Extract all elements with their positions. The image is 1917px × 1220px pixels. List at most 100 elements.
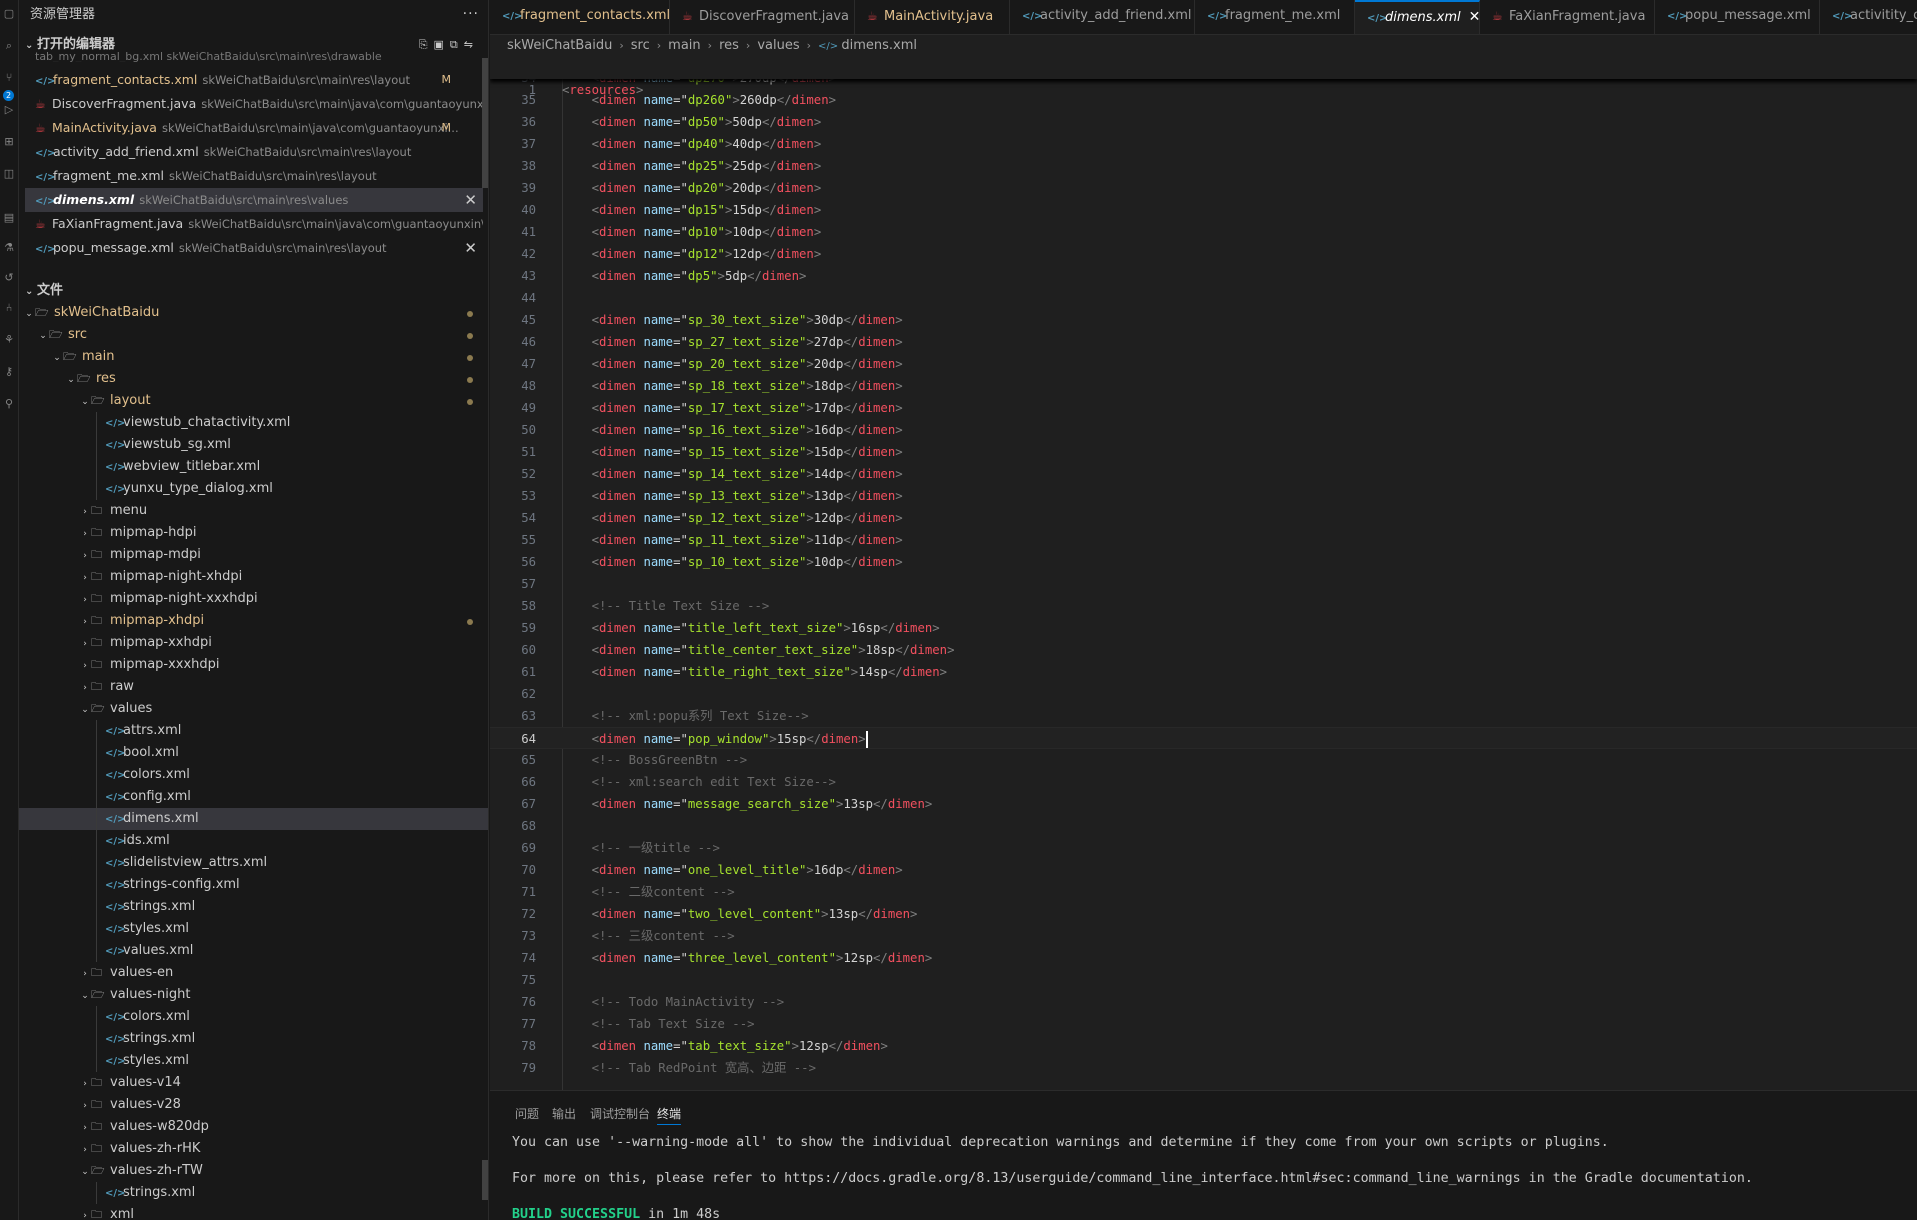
timeline-icon[interactable]: ⚘ bbox=[1, 332, 17, 348]
close-icon[interactable]: ✕ bbox=[464, 188, 477, 212]
code-line[interactable]: 64 <dimen name="pop_window">15sp</dimen> bbox=[490, 727, 1917, 749]
open-editor-item[interactable]: </>popu_message.xml skWeiChatBaidu\src\ma… bbox=[25, 236, 483, 260]
breadcrumb-item[interactable]: main bbox=[668, 38, 700, 53]
code-line[interactable]: 36 <dimen name="dp50">50dp</dimen> bbox=[490, 111, 1917, 133]
code-line[interactable]: 35 <dimen name="dp260">260dp</dimen> bbox=[490, 89, 1917, 111]
code-line[interactable]: 65 <!-- BossGreenBtn --> bbox=[490, 749, 1917, 771]
tree-file[interactable]: </>strings.xml bbox=[19, 1182, 488, 1204]
code-line[interactable]: 52 <dimen name="sp_14_text_size">14dp</d… bbox=[490, 463, 1917, 485]
key-icon[interactable]: ⚷ bbox=[1, 364, 17, 380]
code-line[interactable]: 78 <dimen name="tab_text_size">12sp</dim… bbox=[490, 1035, 1917, 1057]
code-line[interactable]: 72 <dimen name="two_level_content">13sp<… bbox=[490, 903, 1917, 925]
tree-folder[interactable]: ⌄ 🗁 layout bbox=[19, 390, 488, 412]
code-line[interactable]: 46 <dimen name="sp_27_text_size">27dp</d… bbox=[490, 331, 1917, 353]
code-line[interactable]: 39 <dimen name="dp20">20dp</dimen> bbox=[490, 177, 1917, 199]
code-line[interactable]: 42 <dimen name="dp12">12dp</dimen> bbox=[490, 243, 1917, 265]
code-line[interactable]: 60 <dimen name="title_center_text_size">… bbox=[490, 639, 1917, 661]
code-line[interactable]: 45 <dimen name="sp_30_text_size">30dp</d… bbox=[490, 309, 1917, 331]
file-tree-scrollbar[interactable] bbox=[482, 1160, 488, 1200]
close-icon[interactable]: ✕ bbox=[464, 236, 477, 260]
tree-folder[interactable]: ⌄ 🗁 src bbox=[19, 324, 488, 346]
tree-folder[interactable]: › 🗀 mipmap-night-xhdpi bbox=[19, 566, 488, 588]
tree-file[interactable]: </>values.xml bbox=[19, 940, 488, 962]
tab-2[interactable]: ☕ MainActivity.java bbox=[855, 0, 1010, 34]
tree-folder[interactable]: › 🗀 mipmap-night-xxxhdpi bbox=[19, 588, 488, 610]
open-editor-item-partial[interactable]: tab_my_normal_bg.xml skWeiChatBaidu\src\… bbox=[25, 52, 483, 62]
tree-file[interactable]: </>bool.xml bbox=[19, 742, 488, 764]
code-editor[interactable]: 1<resources> 34 <dimen name="dp270">270d… bbox=[490, 57, 1917, 1090]
run-debug-icon[interactable]: ▷ bbox=[1, 102, 17, 118]
open-editor-item[interactable]: ☕ FaXianFragment.java skWeiChatBaidu\src\m… bbox=[25, 212, 483, 236]
code-line[interactable]: 69 <!-- 一级title --> bbox=[490, 837, 1917, 859]
code-line[interactable]: 53 <dimen name="sp_13_text_size">13dp</d… bbox=[490, 485, 1917, 507]
tree-file[interactable]: </>styles.xml bbox=[19, 1050, 488, 1072]
database-icon[interactable]: ▤ bbox=[1, 210, 17, 226]
tree-file[interactable]: </>viewstub_chatactivity.xml bbox=[19, 412, 488, 434]
tree-file[interactable]: </>dimens.xml bbox=[19, 808, 488, 830]
code-line[interactable]: 66 <!-- xml:search edit Text Size--> bbox=[490, 771, 1917, 793]
code-line[interactable]: 73 <!-- 三级content --> bbox=[490, 925, 1917, 947]
tab-7[interactable]: </>popu_message.xml bbox=[1655, 0, 1820, 34]
open-editor-item[interactable]: </>fragment_contacts.xml skWeiChatBaidu\s… bbox=[25, 68, 483, 92]
tab-3[interactable]: </>activity_add_friend.xml bbox=[1010, 0, 1195, 34]
open-editor-item[interactable]: ☕ DiscoverFragment.java skWeiChatBaidu\src… bbox=[25, 92, 483, 116]
tree-folder[interactable]: › 🗀 values-v14 bbox=[19, 1072, 488, 1094]
tree-file[interactable]: </>styles.xml bbox=[19, 918, 488, 940]
git-graph-icon[interactable]: ↺ bbox=[1, 270, 17, 286]
remote-icon[interactable]: ◫ bbox=[1, 166, 17, 182]
tree-file[interactable]: </>colors.xml bbox=[19, 764, 488, 786]
extensions-icon[interactable]: ⊞ bbox=[1, 134, 17, 150]
code-line[interactable]: 62 bbox=[490, 683, 1917, 705]
code-line[interactable]: 76 <!-- Todo MainActivity --> bbox=[490, 991, 1917, 1013]
pin-icon[interactable]: ⚲ bbox=[1, 396, 17, 412]
code-line[interactable]: 37 <dimen name="dp40">40dp</dimen> bbox=[490, 133, 1917, 155]
code-line[interactable]: 51 <dimen name="sp_15_text_size">15dp</d… bbox=[490, 441, 1917, 463]
tree-folder[interactable]: › 🗀 raw bbox=[19, 676, 488, 698]
tree-folder[interactable]: › 🗀 mipmap-hdpi bbox=[19, 522, 488, 544]
code-line[interactable]: 79 <!-- Tab RedPoint 宽高、边距 --> bbox=[490, 1057, 1917, 1079]
code-line[interactable]: 68 bbox=[490, 815, 1917, 837]
code-line[interactable]: 56 <dimen name="sp_10_text_size">10dp</d… bbox=[490, 551, 1917, 573]
sticky-scroll-line[interactable]: 1 <resources> bbox=[490, 57, 1917, 97]
tab-8[interactable]: </>activitity_c... bbox=[1820, 0, 1917, 34]
panel-tab-0[interactable]: 问题 bbox=[515, 1105, 539, 1125]
tree-folder[interactable]: › 🗀 values-en bbox=[19, 962, 488, 984]
open-editors-scrollbar[interactable] bbox=[482, 58, 488, 188]
tree-file[interactable]: </>ids.xml bbox=[19, 830, 488, 852]
files-section-header[interactable]: ⌄ 文件 bbox=[19, 280, 488, 302]
code-line[interactable]: 40 <dimen name="dp15">15dp</dimen> bbox=[490, 199, 1917, 221]
open-editor-item[interactable]: </>fragment_me.xml skWeiChatBaidu\src\mai… bbox=[25, 164, 483, 188]
breadcrumb-item[interactable]: dimens.xml bbox=[841, 38, 917, 53]
tree-file[interactable]: </>config.xml bbox=[19, 786, 488, 808]
code-line[interactable]: 67 <dimen name="message_search_size">13s… bbox=[490, 793, 1917, 815]
tree-file[interactable]: </>slidelistview_attrs.xml bbox=[19, 852, 488, 874]
tab-close-icon[interactable]: ✕ bbox=[1469, 9, 1481, 25]
tree-folder[interactable]: ⌄ 🗁 main bbox=[19, 346, 488, 368]
code-line[interactable]: 70 <dimen name="one_level_title">16dp</d… bbox=[490, 859, 1917, 881]
tree-file[interactable]: </>attrs.xml bbox=[19, 720, 488, 742]
testing-icon[interactable]: ⚗ bbox=[1, 240, 17, 256]
tree-file[interactable]: </>viewstub_sg.xml bbox=[19, 434, 488, 456]
tree-folder[interactable]: ⌄ 🗁 values-night bbox=[19, 984, 488, 1006]
tree-file[interactable]: </>colors.xml bbox=[19, 1006, 488, 1028]
tree-folder[interactable]: › 🗀 xml bbox=[19, 1204, 488, 1220]
code-line[interactable]: 41 <dimen name="dp10">10dp</dimen> bbox=[490, 221, 1917, 243]
code-line[interactable]: 77 <!-- Tab Text Size --> bbox=[490, 1013, 1917, 1035]
more-actions-icon[interactable]: ··· bbox=[463, 0, 479, 28]
tree-folder[interactable]: › 🗀 mipmap-mdpi bbox=[19, 544, 488, 566]
tree-file[interactable]: </>strings.xml bbox=[19, 1028, 488, 1050]
code-line[interactable]: 38 <dimen name="dp25">25dp</dimen> bbox=[490, 155, 1917, 177]
breadcrumb-item[interactable]: res bbox=[719, 38, 739, 53]
breadcrumb-item[interactable]: values bbox=[757, 38, 799, 53]
files-icon[interactable]: ▢ bbox=[1, 6, 17, 22]
code-line[interactable]: 48 <dimen name="sp_18_text_size">18dp</d… bbox=[490, 375, 1917, 397]
code-line[interactable]: 58 <!-- Title Text Size --> bbox=[490, 595, 1917, 617]
tree-folder[interactable]: › 🗀 values-w820dp bbox=[19, 1116, 488, 1138]
tab-5[interactable]: </>dimens.xml ✕ bbox=[1355, 0, 1481, 34]
tab-4[interactable]: </>fragment_me.xml bbox=[1195, 0, 1355, 34]
breadcrumb-item[interactable]: skWeiChatBaidu bbox=[507, 38, 612, 53]
open-editor-item[interactable]: ☕ MainActivity.java skWeiChatBaidu\src\mai… bbox=[25, 116, 483, 140]
panel-tab-1[interactable]: 输出 bbox=[552, 1105, 576, 1125]
code-line[interactable]: 74 <dimen name="three_level_content">12s… bbox=[490, 947, 1917, 969]
code-line[interactable]: 63 <!-- xml:popu系列 Text Size--> bbox=[490, 705, 1917, 727]
